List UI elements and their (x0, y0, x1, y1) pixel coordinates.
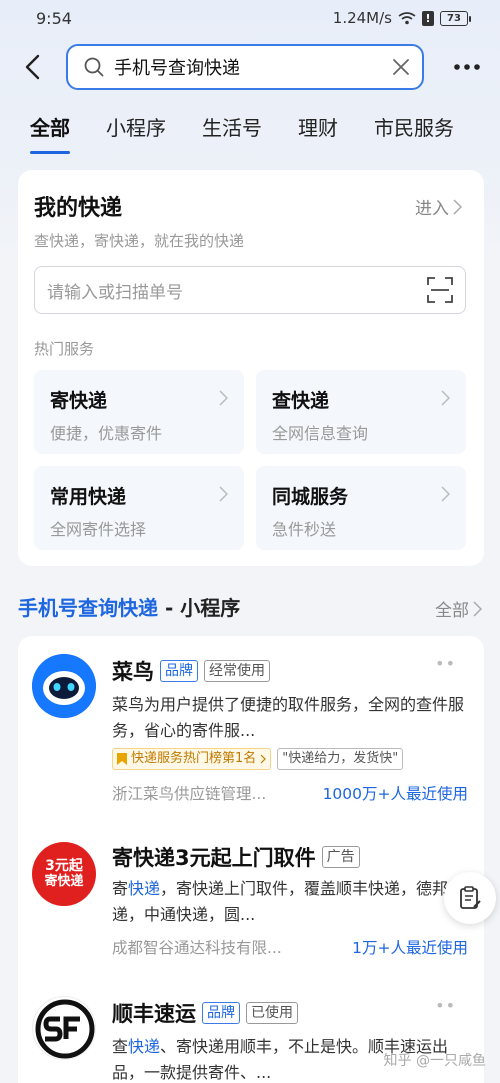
service-track-express[interactable]: 查快递 全网信息查询 (256, 370, 466, 454)
section-all-label: 全部 (435, 601, 469, 621)
desc-text: 寄 (112, 879, 129, 898)
my-express-subtitle: 查快递，寄快递，就在我的快递 (34, 232, 245, 250)
desc-highlight: 快递 (128, 879, 161, 898)
service-name: 同城服务 (272, 486, 349, 508)
mini-program-title: 寄快递3元起上门取件 广告 (112, 842, 360, 872)
tab-finance[interactable]: 理财 (298, 110, 338, 154)
bird-icon (32, 654, 96, 718)
watermark: 知乎 @一只咸鱼 (383, 1053, 486, 1069)
desc-highlight: 快递 (128, 1037, 161, 1056)
bookmark-icon (117, 753, 127, 765)
mini-program-list: 菜鸟 品牌 经常使用 •• 菜鸟为用户提供了便捷的取件服务，全网的查件服务，省心… (18, 636, 484, 1083)
search-input[interactable]: 手机号查询快递 (66, 44, 424, 90)
tab-civic-services[interactable]: 市民服务 (374, 110, 454, 154)
alert-icon: ! (422, 10, 434, 26)
rank-badge[interactable]: 快递服务热门榜第1名 (112, 748, 272, 770)
search-row: 手机号查询快递 (0, 42, 500, 92)
clipboard-icon (460, 886, 481, 909)
brand-tag: 品牌 (202, 1002, 240, 1024)
service-send-express[interactable]: 寄快递 便捷，优惠寄件 (34, 370, 244, 454)
list-item[interactable]: 菜鸟 品牌 经常使用 •• 菜鸟为用户提供了便捷的取件服务，全网的查件服务，省心… (18, 636, 484, 816)
more-options-icon[interactable] (452, 62, 482, 72)
service-name: 寄快递 (50, 390, 108, 412)
service-common-express[interactable]: 常用快递 全网寄件选择 (34, 466, 244, 550)
brand-tag: 品牌 (160, 660, 198, 682)
tracking-number-input[interactable]: 请输入或扫描单号 (34, 266, 466, 314)
service-name: 查快递 (272, 390, 330, 412)
desc-text: ，寄快递上门取件，覆盖顺丰快递，德邦快递，中通快递，圆... (112, 879, 465, 924)
chevron-right-icon (219, 486, 228, 502)
back-arrow-icon[interactable] (22, 54, 44, 80)
mini-program-desc: 寄快递，寄快递上门取件，覆盖顺丰快递，德邦快递，中通快递，圆... (112, 876, 472, 928)
mini-program-name: 寄快递3元起上门取件 (112, 846, 316, 870)
logo-text-top: 3元起 (45, 858, 83, 874)
enter-link[interactable]: 进入 (415, 194, 462, 219)
section-title-highlight: 手机号查询快递 (18, 596, 158, 620)
chevron-right-icon (219, 390, 228, 406)
mini-program-desc: 菜鸟为用户提供了便捷的取件服务，全网的查件服务，省心的寄件服... (112, 695, 465, 740)
battery-icon: 73 (440, 10, 471, 26)
company-name: 浙江菜鸟供应链管理... (112, 785, 267, 803)
tab-all[interactable]: 全部 (30, 110, 70, 154)
service-desc: 全网寄件选择 (50, 520, 147, 539)
ad-tag: 广告 (321, 846, 360, 868)
chevron-right-icon (441, 390, 450, 406)
service-desc: 全网信息查询 (272, 424, 369, 443)
recent-users: 1000万+人最近使用 (322, 785, 468, 803)
usage-tag: 经常使用 (204, 660, 270, 682)
more-dots-icon[interactable]: •• (435, 654, 456, 673)
hot-services-label: 热门服务 (34, 340, 95, 358)
logo-text-bottom: 寄快递 (44, 874, 84, 889)
scan-icon[interactable] (427, 277, 453, 303)
status-icons: 1.24M/s ! 73 (332, 9, 471, 27)
category-tabs: 全部 小程序 生活号 理财 市民服务 (0, 110, 500, 160)
my-express-card: 我的快递 进入 查快递，寄快递，就在我的快递 请输入或扫描单号 热门服务 寄快递… (18, 170, 484, 566)
list-item[interactable]: 3元起 寄快递 寄快递3元起上门取件 广告 寄快递，寄快递上门取件，覆盖顺丰快递… (18, 822, 484, 972)
wifi-icon (398, 12, 416, 25)
sf-express-logo (32, 996, 96, 1060)
mini-program-name: 菜鸟 (112, 660, 154, 684)
mini-program-footer: 浙江菜鸟供应链管理... 1000万+人最近使用 (112, 782, 468, 804)
section-all-link[interactable]: 全部 (435, 596, 482, 621)
rank-badge-text: 快递服务热门榜第1名 (131, 751, 257, 766)
service-name: 常用快递 (50, 486, 127, 508)
sf-logo-icon (35, 999, 95, 1059)
tab-life-accounts[interactable]: 生活号 (202, 110, 262, 154)
chevron-right-icon (260, 754, 267, 764)
network-speed: 1.24M/s (332, 9, 392, 27)
more-dots-icon[interactable]: •• (435, 996, 456, 1015)
service-same-city[interactable]: 同城服务 急件秒送 (256, 466, 466, 550)
status-bar: 9:54 1.24M/s ! 73 (0, 0, 500, 36)
section-title: 手机号查询快递 - 小程序 (18, 592, 240, 621)
company-name: 成都智谷通达科技有限... (112, 939, 282, 957)
chevron-right-icon (453, 198, 462, 215)
cainiao-logo (32, 654, 96, 718)
chevron-right-icon (473, 600, 482, 617)
mini-program-name: 顺丰速运 (112, 1002, 196, 1026)
clear-icon[interactable] (392, 58, 410, 76)
badges-row: 快递服务热门榜第1名 "快递给力，发货快" (112, 748, 404, 770)
service-desc: 急件秒送 (272, 520, 337, 539)
floating-feedback-button[interactable] (444, 872, 496, 924)
recent-users: 1万+人最近使用 (352, 939, 468, 957)
section-title-suffix: - 小程序 (158, 596, 241, 620)
enter-label: 进入 (415, 199, 449, 219)
status-time: 9:54 (36, 8, 72, 28)
tab-mini-programs[interactable]: 小程序 (106, 110, 166, 154)
mini-program-title: 顺丰速运 品牌 已使用 (112, 998, 298, 1028)
quote-badge: "快递给力，发货快" (277, 748, 404, 770)
send-express-logo: 3元起 寄快递 (32, 842, 96, 906)
search-query[interactable]: 手机号查询快递 (114, 54, 392, 80)
desc-text: 查 (112, 1037, 129, 1056)
service-desc: 便捷，优惠寄件 (50, 424, 163, 443)
usage-tag: 已使用 (246, 1002, 298, 1024)
mini-program-title: 菜鸟 品牌 经常使用 (112, 656, 270, 686)
tracking-input-placeholder: 请输入或扫描单号 (47, 282, 183, 303)
mini-program-footer: 成都智谷通达科技有限... 1万+人最近使用 (112, 936, 468, 958)
my-express-title: 我的快递 (34, 196, 123, 221)
search-icon (84, 57, 104, 77)
chevron-right-icon (441, 486, 450, 502)
